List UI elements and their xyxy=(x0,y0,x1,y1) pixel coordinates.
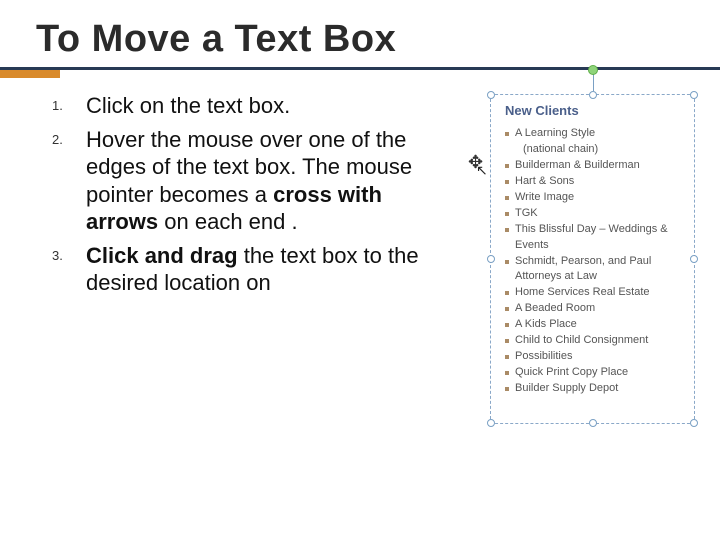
divider-accent xyxy=(0,70,60,78)
resize-handle-mt[interactable] xyxy=(589,91,597,99)
list-item: Schmidt, Pearson, and Paul Attorneys at … xyxy=(505,254,688,286)
list-item: A Beaded Room xyxy=(505,301,688,317)
textbox-content: New Clients A Learning Style(national ch… xyxy=(491,95,694,403)
resize-handle-bl[interactable] xyxy=(487,419,495,427)
illustration-column: ✥ ↖ New Clients A Learning Style(nationa… xyxy=(440,92,708,303)
selected-textbox[interactable]: New Clients A Learning Style(national ch… xyxy=(490,94,695,424)
step-text: Hover the mouse over one of the edges of… xyxy=(86,126,440,236)
arrow-cursor-icon: ↖ xyxy=(476,162,488,179)
list-item: Quick Print Copy Place xyxy=(505,365,688,381)
instruction-item: 1. Click on the text box. xyxy=(52,92,440,120)
list-item: Hart & Sons xyxy=(505,174,688,190)
list-item: Write Image xyxy=(505,190,688,206)
list-item: TGK xyxy=(505,206,688,222)
list-item: Home Services Real Estate xyxy=(505,285,688,301)
instructions-column: 1. Click on the text box. 2. Hover the m… xyxy=(52,92,440,303)
step-text: Click on the text box. xyxy=(86,92,290,120)
list-item-sub: (national chain) xyxy=(515,142,688,158)
list-item: Builderman & Builderman xyxy=(505,158,688,174)
list-item: This Blissful Day – Weddings & Events xyxy=(505,222,688,254)
slide-title: To Move a Text Box xyxy=(36,18,720,61)
divider xyxy=(0,67,720,78)
list-item: A Kids Place xyxy=(505,317,688,333)
list-item: A Learning Style(national chain) xyxy=(505,126,688,158)
resize-handle-br[interactable] xyxy=(690,419,698,427)
resize-handle-mb[interactable] xyxy=(589,419,597,427)
resize-handle-ml[interactable] xyxy=(487,255,495,263)
step-number: 2. xyxy=(52,126,86,236)
textbox-heading: New Clients xyxy=(505,103,688,118)
resize-handle-tl[interactable] xyxy=(487,91,495,99)
list-item: Child to Child Consignment xyxy=(505,333,688,349)
rotate-stem xyxy=(593,73,594,91)
list-item: Possibilities xyxy=(505,349,688,365)
title-area: To Move a Text Box xyxy=(0,0,720,61)
instruction-item: 2. Hover the mouse over one of the edges… xyxy=(52,126,440,236)
divider-line-bottom-wrap xyxy=(0,70,720,78)
resize-handle-mr[interactable] xyxy=(690,255,698,263)
instruction-item: 3. Click and drag the text box to the de… xyxy=(52,242,440,297)
slide: To Move a Text Box 1. Click on the text … xyxy=(0,0,720,540)
content-area: 1. Click on the text box. 2. Hover the m… xyxy=(0,78,720,303)
rotate-handle-icon[interactable] xyxy=(588,65,598,75)
list-item: Builder Supply Depot xyxy=(505,381,688,397)
textbox-list: A Learning Style(national chain) Builder… xyxy=(505,126,688,397)
move-cursor-icon: ✥ ↖ xyxy=(468,152,483,173)
step-number: 1. xyxy=(52,92,86,120)
step-text: Click and drag the text box to the desir… xyxy=(86,242,440,297)
step-number: 3. xyxy=(52,242,86,297)
resize-handle-tr[interactable] xyxy=(690,91,698,99)
instruction-list: 1. Click on the text box. 2. Hover the m… xyxy=(52,92,440,297)
